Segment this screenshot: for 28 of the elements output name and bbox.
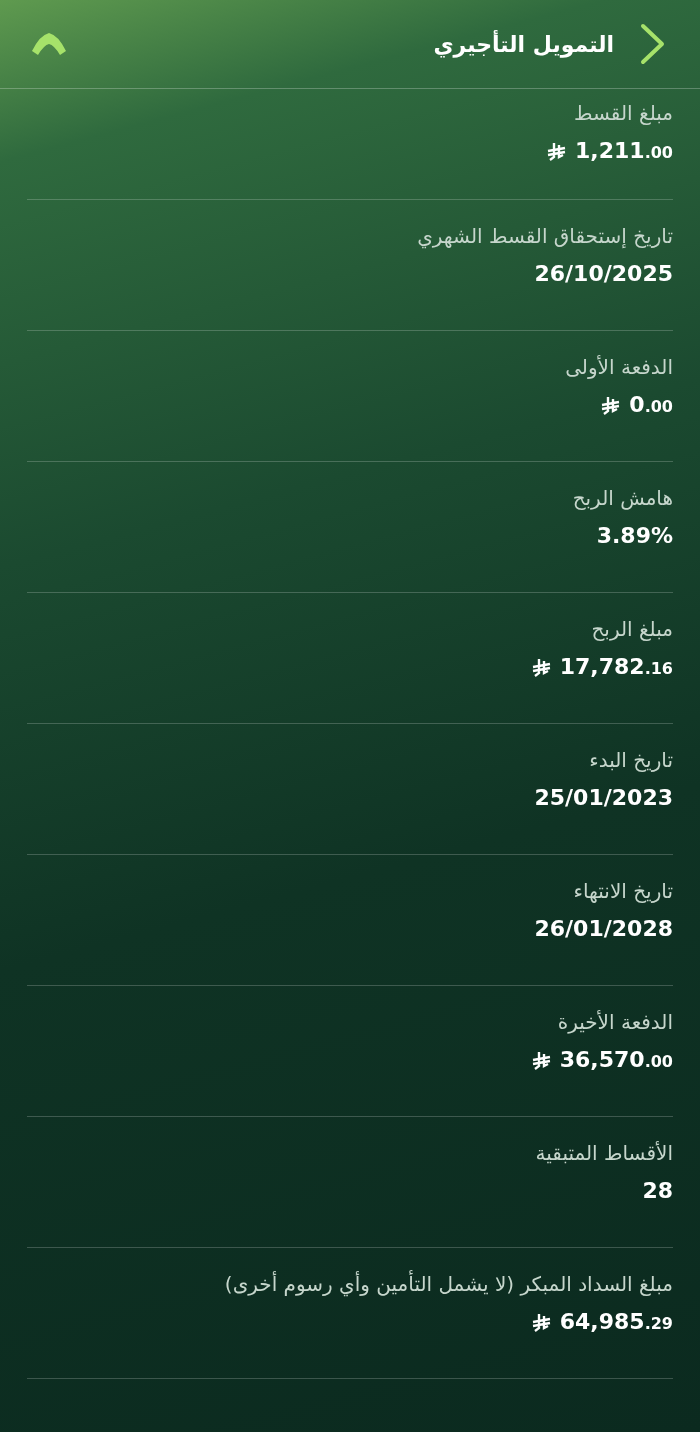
riyal-currency-icon [531, 1051, 552, 1071]
field-label: تاريخ البدء [588, 747, 673, 774]
riyal-currency-icon [531, 658, 552, 678]
screen-title: التمويل التأجيري [433, 31, 614, 57]
field-label: الأقساط المتبقية [534, 1140, 673, 1167]
field-label: هامش الربح [571, 485, 673, 512]
field-value: 26/01/2028 [534, 915, 673, 943]
amount-value: 17,782.16 [559, 653, 673, 681]
riyal-currency-icon [531, 1313, 552, 1333]
field-label: تاريخ إستحقاق القسط الشهري [416, 223, 673, 251]
field-label: مبلغ الربح [590, 616, 673, 643]
field-value: 25/01/2023 [534, 784, 673, 812]
field-label: مبلغ السداد المبكر (لا يشمل التأمين وأي رسوم أخرى) [223, 1269, 673, 1299]
riyal-currency-icon [601, 396, 622, 416]
field-label: الدفعة الأولى [564, 354, 673, 381]
amount-value: 1,211.00 [575, 137, 673, 165]
amount-value: 0.00 [629, 391, 673, 419]
field-label: مبلغ القسط [573, 100, 673, 127]
field-value: 26/10/2025 [534, 260, 673, 288]
field-label: الدفعة الأخيرة [556, 1009, 673, 1036]
field-value: 28 [642, 1177, 673, 1205]
collapse-caret-icon[interactable] [30, 31, 68, 57]
amount-value: 36,570.00 [559, 1046, 673, 1074]
amount-value: 64,985.29 [559, 1308, 673, 1336]
field-value: 3.89% [596, 522, 673, 550]
field-label: تاريخ الانتهاء [572, 878, 673, 905]
riyal-currency-icon [547, 142, 568, 162]
back-chevron-icon[interactable] [640, 23, 666, 65]
